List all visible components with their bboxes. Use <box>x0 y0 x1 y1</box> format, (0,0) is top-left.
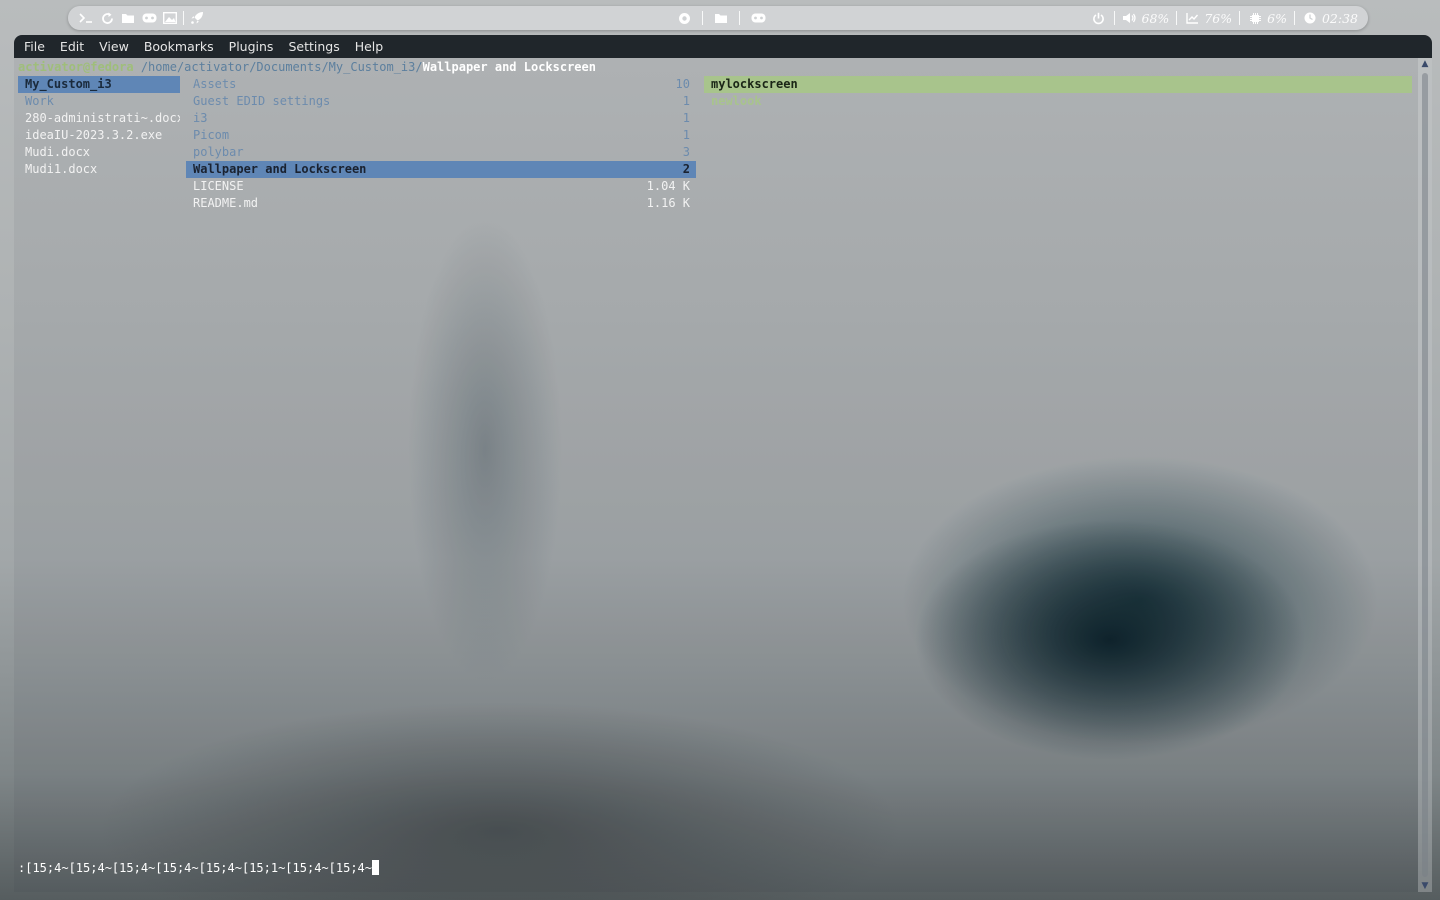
clock-icon <box>1302 10 1318 26</box>
user-host: activator@fedora <box>18 60 134 74</box>
volume-value: 68% <box>1141 10 1170 26</box>
list-item[interactable]: Mudi.docx <box>18 144 180 161</box>
command-text: :[15;4~[15;4~[15;4~[15;4~[15;4~[15;1~[15… <box>18 861 373 875</box>
parent-directory-column: My_Custom_i3 Work 280-administrati~.docx… <box>18 76 180 178</box>
item-size: 1 <box>682 94 690 108</box>
preview-column: mylockscreen newlook <box>704 76 1412 110</box>
item-name: Picom <box>193 128 230 142</box>
item-size: 10 <box>675 77 690 91</box>
menu-bar: File Edit View Bookmarks Plugins Setting… <box>14 35 1432 58</box>
folder-icon[interactable] <box>713 10 729 26</box>
item-name: LICENSE <box>193 179 244 193</box>
scroll-up-arrow-icon[interactable]: ▲ <box>1418 58 1432 70</box>
menu-bookmarks[interactable]: Bookmarks <box>144 39 214 54</box>
list-item[interactable]: Assets 10 <box>186 76 696 93</box>
item-name: Guest EDID settings <box>193 94 331 108</box>
item-name: README.md <box>193 196 259 210</box>
separator <box>1239 11 1241 25</box>
terminal-window: File Edit View Bookmarks Plugins Setting… <box>14 35 1432 892</box>
scroll-down-arrow-icon[interactable]: ▼ <box>1418 880 1432 892</box>
clock: 02:38 <box>1302 10 1358 26</box>
command-line[interactable]: :[15;4~[15;4~[15;4~[15;4~[15;4~[15;1~[15… <box>18 860 380 877</box>
text-cursor <box>372 860 380 875</box>
folder-icon[interactable] <box>120 10 136 26</box>
speaker-icon <box>1122 10 1138 26</box>
list-item[interactable]: My_Custom_i3 <box>18 76 180 93</box>
menu-view[interactable]: View <box>99 39 129 54</box>
item-size: 1 <box>682 128 690 142</box>
list-item[interactable]: ideaIU-2023.3.2.exe <box>18 127 180 144</box>
cpu-icon <box>1247 10 1263 26</box>
list-item[interactable]: Work <box>18 93 180 110</box>
separator <box>739 11 740 25</box>
menu-settings[interactable]: Settings <box>288 39 339 54</box>
list-item[interactable]: i3 1 <box>186 110 696 127</box>
list-item[interactable]: Mudi1.docx <box>18 161 180 178</box>
menu-edit[interactable]: Edit <box>60 39 84 54</box>
image-icon[interactable] <box>162 10 178 26</box>
item-name: Assets <box>193 77 237 91</box>
clock-value: 02:38 <box>1321 10 1358 26</box>
volume-indicator[interactable]: 68% <box>1122 10 1170 26</box>
item-name: i3 <box>193 111 208 125</box>
gamepad-icon[interactable] <box>750 10 766 26</box>
separator <box>183 11 184 25</box>
menu-help[interactable]: Help <box>355 39 384 54</box>
chart-line-icon <box>1184 10 1200 26</box>
top-status-bar: 68% 76% 6% 02:38 <box>68 6 1368 30</box>
memory-indicator: 76% <box>1184 10 1232 26</box>
list-item[interactable]: Picom 1 <box>186 127 696 144</box>
power-icon[interactable] <box>1091 10 1107 26</box>
terminal-content[interactable]: activator@fedora /home/activator/Documen… <box>14 58 1418 892</box>
item-size: 3 <box>682 145 690 159</box>
list-item[interactable]: README.md 1.16 K <box>186 195 696 212</box>
separator <box>702 11 703 25</box>
item-size: 1 <box>682 111 690 125</box>
cpu-indicator: 6% <box>1247 10 1287 26</box>
separator <box>1176 11 1178 25</box>
firefox-icon[interactable] <box>676 10 692 26</box>
gamepad-icon[interactable] <box>141 10 157 26</box>
item-size: 2 <box>682 162 690 176</box>
item-name: polybar <box>193 145 244 159</box>
launcher-group <box>78 6 205 30</box>
list-item-selected[interactable]: mylockscreen <box>704 76 1412 93</box>
list-item[interactable]: newlook <box>704 93 1412 110</box>
menu-file[interactable]: File <box>24 39 45 54</box>
ranger-path-line: activator@fedora /home/activator/Documen… <box>18 59 596 76</box>
list-item[interactable]: Guest EDID settings 1 <box>186 93 696 110</box>
menu-plugins[interactable]: Plugins <box>229 39 274 54</box>
item-size: 1.16 K <box>646 196 690 210</box>
item-size: 1.04 K <box>646 179 690 193</box>
list-item-selected[interactable]: Wallpaper and Lockscreen 2 <box>186 161 696 178</box>
scrollbar-thumb[interactable] <box>1422 73 1428 877</box>
scrollbar[interactable]: ▲ ▼ <box>1418 58 1432 892</box>
current-directory-column: Assets 10 Guest EDID settings 1 i3 1 Picom 1… <box>186 76 696 212</box>
workspace-group <box>676 6 766 30</box>
list-item[interactable]: polybar 3 <box>186 144 696 161</box>
terminal-icon[interactable] <box>78 10 94 26</box>
current-directory: Wallpaper and Lockscreen <box>422 60 596 74</box>
separator <box>1113 11 1115 25</box>
refresh-icon[interactable] <box>99 10 115 26</box>
rocket-icon[interactable] <box>189 10 205 26</box>
separator <box>1293 11 1295 25</box>
path-directories: /home/activator/Documents/My_Custom_i3/ <box>140 60 423 74</box>
cpu-value: 6% <box>1267 10 1287 26</box>
list-item[interactable]: 280-administrati~.docx <box>18 110 180 127</box>
memory-value: 76% <box>1204 10 1233 26</box>
system-status-group: 68% 76% 6% 02:38 <box>1091 6 1358 30</box>
list-item[interactable]: LICENSE 1.04 K <box>186 178 696 195</box>
item-name: Wallpaper and Lockscreen <box>193 162 367 176</box>
